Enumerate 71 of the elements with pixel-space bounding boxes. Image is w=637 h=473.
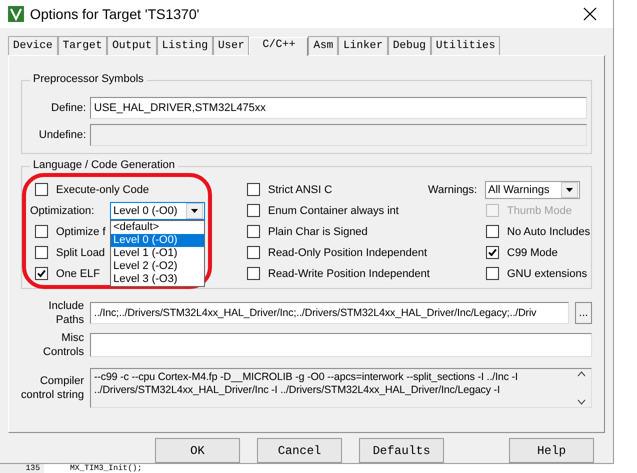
dropdown-option[interactable]: <default> (111, 220, 204, 234)
scroll-up-icon[interactable] (576, 371, 586, 377)
tab[interactable]: Debug (388, 36, 431, 55)
checkbox-label: Enum Container always int (268, 204, 399, 216)
field-label: Compiler control string (21, 374, 84, 402)
dropdown-select[interactable]: All Warnings (485, 180, 580, 198)
input-field[interactable]: ../Inc;../Drivers/STM32L4xx_HAL_Driver/Inc;../Drivers/STM32L4xx_HAL_Driver/Inc/Legacy;../Driv (90, 302, 569, 324)
window-title: Options for Target 'TS1370' (30, 6, 200, 22)
field-label: Misc Controls (42, 331, 84, 359)
checkbox[interactable] (486, 267, 499, 280)
tab[interactable]: Asm (308, 36, 338, 55)
field-label: Include Paths (48, 298, 84, 326)
checkbox[interactable] (247, 183, 260, 196)
browse-button[interactable]: ... (575, 302, 592, 324)
caret-icon (566, 188, 574, 192)
field-label: Undefine: (38, 129, 86, 141)
select-label: Optimization: (30, 204, 94, 216)
checkbox-label: Read-Write Position Independent (268, 268, 430, 280)
tab[interactable]: User (213, 36, 250, 55)
checkbox[interactable] (486, 246, 499, 259)
checkbox-label: Plain Char is Signed (268, 226, 368, 238)
checkbox[interactable] (247, 204, 260, 217)
checkbox-label: Execute-only Code (56, 184, 149, 196)
tab[interactable]: Device (8, 36, 58, 55)
checkbox-label: No Auto Includes (507, 226, 590, 238)
checkbox[interactable] (247, 225, 260, 238)
checkbox-label: One ELF (56, 268, 100, 280)
checkbox[interactable] (35, 246, 48, 259)
checkbox[interactable] (247, 267, 260, 280)
checkbox-label: Thumb Mode (507, 204, 572, 216)
tab[interactable]: Listing (156, 36, 214, 55)
checkbox[interactable] (486, 225, 499, 238)
tab[interactable]: Output (107, 36, 157, 55)
checkbox-label: Strict ANSI C (268, 184, 332, 196)
input-field[interactable]: USE_HAL_DRIVER,STM32L475xx (90, 97, 587, 119)
tab[interactable]: Utilities (430, 36, 500, 55)
tab[interactable]: Target (58, 36, 108, 55)
select-label: Warnings: (428, 184, 478, 196)
checkbox-label: GNU extensions (507, 268, 588, 280)
group-title: Language / Code Generation (30, 159, 178, 171)
text-line: ../Drivers/STM32L4xx_HAL_Driver/Inc -I ../Drivers/STM32L4xx_HAL_Driver/Inc/Legacy -I (94, 384, 501, 397)
line-number: 135 (0, 464, 44, 473)
dialog-button[interactable]: Defaults (359, 438, 444, 463)
dropdown-option[interactable]: Level 1 (-O1) (111, 246, 204, 260)
dialog-button[interactable]: Help (509, 438, 594, 463)
checkbox-label: Split Load (56, 246, 105, 258)
dialog-button[interactable]: Cancel (257, 438, 342, 463)
checkbox-label: Read-Only Position Independent (268, 246, 427, 258)
text-line: --c99 -c --cpu Cortex-M4.fp -D__MICROLIB -g -O0 --apcs=interwork --split_sections -I ../Inc -I (94, 371, 519, 384)
checkbox[interactable] (35, 267, 48, 280)
field-label: Define: (50, 102, 86, 114)
dropdown-option[interactable]: Level 3 (-O3) (111, 272, 204, 286)
checkbox-label: C99 Mode (507, 246, 558, 258)
checkbox[interactable] (35, 225, 48, 238)
close-icon[interactable] (583, 7, 597, 21)
dropdown-option[interactable]: Level 2 (-O2) (111, 260, 204, 272)
scroll-down-icon[interactable] (576, 399, 586, 405)
checkbox-label: Optimize f (56, 226, 106, 238)
dropdown-option[interactable]: Level 0 (-O0) (111, 234, 204, 246)
app-icon (8, 6, 24, 22)
group-title: Preprocessor Symbols (30, 73, 147, 85)
text-area[interactable]: --c99 -c --cpu Cortex-M4.fp -D__MICROLIB -g -O0 --apcs=interwork --split_sections -I ../Inc -I ../Drivers/STM32L4xx_HAL_Driver/Inc -I ../Drivers/STM32L4xx_HAL_Driver/Inc/Legacy -I (90, 368, 592, 408)
checkbox[interactable] (247, 246, 260, 259)
tab[interactable]: Linker (338, 36, 388, 55)
checkbox[interactable] (35, 183, 48, 196)
input-field[interactable] (90, 333, 592, 357)
code-line: MX_TIM3_Init(); (69, 464, 142, 473)
dropdown-select[interactable]: Level 0 (-O0) (110, 202, 206, 220)
tab[interactable]: C/C++ (249, 37, 308, 56)
caret-icon (191, 208, 198, 212)
dialog-button[interactable]: OK (155, 438, 240, 463)
